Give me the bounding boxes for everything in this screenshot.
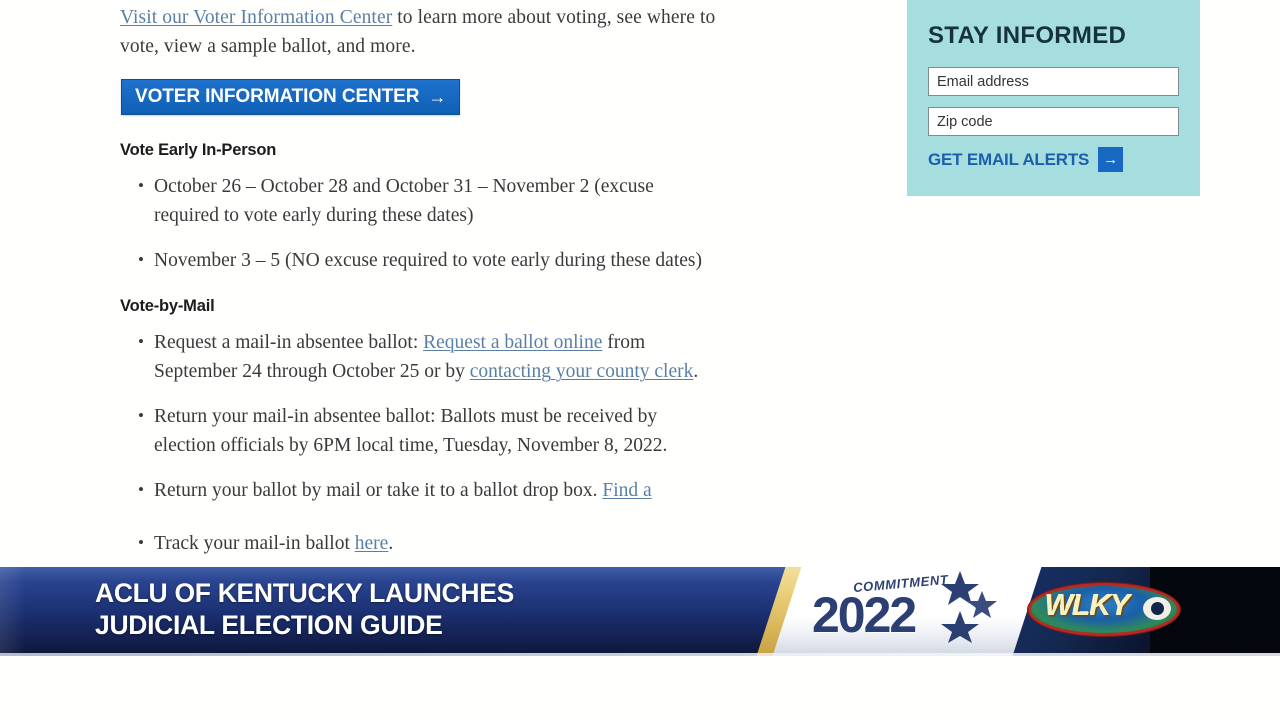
vote-by-mail-list: Request a mail-in absentee ballot: Reque… bbox=[120, 327, 720, 558]
cta-button-wrapper: VOTER INFORMATION CENTER → bbox=[121, 79, 720, 115]
vote-early-list: October 26 – October 28 and October 31 –… bbox=[120, 171, 720, 275]
request-ballot-online-link[interactable]: Request a ballot online bbox=[423, 332, 602, 353]
track-ballot-here-link[interactable]: here bbox=[355, 533, 389, 554]
webpage-screenshot-region: Visit our Voter Information Center to le… bbox=[0, 0, 1280, 720]
news-headline: ACLU OF KENTUCKY LAUNCHES JUDICIAL ELECT… bbox=[95, 577, 755, 641]
banner-baseline-strip bbox=[0, 653, 1280, 656]
find-a-drop-box-link[interactable]: Find a bbox=[602, 480, 651, 501]
headline-line-2: JUDICIAL ELECTION GUIDE bbox=[95, 610, 443, 640]
item-text-pre: Return your ballot by mail or take it to… bbox=[154, 480, 603, 501]
item-text-pre: Track your mail-in ballot bbox=[154, 533, 355, 554]
list-item: Return your mail-in absentee ballot: Bal… bbox=[138, 401, 720, 460]
stay-informed-inner: STAY INFORMED GET EMAIL ALERTS → bbox=[907, 0, 1200, 172]
commitment-year-label: 2022 bbox=[812, 587, 917, 643]
list-item: Request a mail-in absentee ballot: Reque… bbox=[138, 327, 720, 386]
article-column: Visit our Voter Information Center to le… bbox=[120, 0, 720, 578]
intro-paragraph: Visit our Voter Information Center to le… bbox=[120, 0, 720, 61]
stars-icon bbox=[941, 571, 997, 643]
wlky-call-letters: WLKY bbox=[1044, 589, 1130, 622]
get-email-alerts-button[interactable]: GET EMAIL ALERTS → bbox=[928, 147, 1179, 172]
list-item: Track your mail-in ballot here. bbox=[138, 528, 720, 558]
zip-code-field[interactable] bbox=[928, 107, 1179, 136]
get-email-alerts-label: GET EMAIL ALERTS bbox=[928, 149, 1090, 169]
cbs-eye-icon bbox=[1143, 597, 1171, 620]
section-heading-vote-early: Vote Early In-Person bbox=[120, 141, 277, 159]
arrow-right-icon: → bbox=[428, 86, 447, 107]
stay-informed-panel: STAY INFORMED GET EMAIL ALERTS → bbox=[907, 0, 1200, 196]
commitment-2022-logo: COMMITMENT 2022 bbox=[812, 571, 1012, 651]
voter-information-center-button[interactable]: VOTER INFORMATION CENTER → bbox=[121, 79, 461, 115]
list-item: Return your ballot by mail or take it to… bbox=[138, 475, 720, 505]
voter-information-center-link[interactable]: Visit our Voter Information Center bbox=[120, 7, 392, 28]
headline-line-1: ACLU OF KENTUCKY LAUNCHES bbox=[95, 578, 514, 608]
stay-informed-title: STAY INFORMED bbox=[928, 22, 1127, 49]
list-item: October 26 – October 28 and October 31 –… bbox=[138, 171, 720, 230]
item-text-pre: Request a mail-in absentee ballot: bbox=[154, 332, 424, 353]
wlky-station-logo: WLKY bbox=[1028, 583, 1180, 636]
cta-button-label: VOTER INFORMATION CENTER bbox=[135, 86, 420, 107]
contact-county-clerk-link[interactable]: contacting your county clerk bbox=[470, 361, 694, 382]
list-item: November 3 – 5 (NO excuse required to vo… bbox=[138, 245, 720, 275]
item-text-post: . bbox=[693, 361, 699, 382]
item-text-post: . bbox=[388, 533, 394, 554]
email-field[interactable] bbox=[928, 67, 1179, 96]
section-heading-vote-by-mail: Vote-by-Mail bbox=[120, 297, 215, 315]
arrow-right-icon: → bbox=[1098, 147, 1124, 172]
